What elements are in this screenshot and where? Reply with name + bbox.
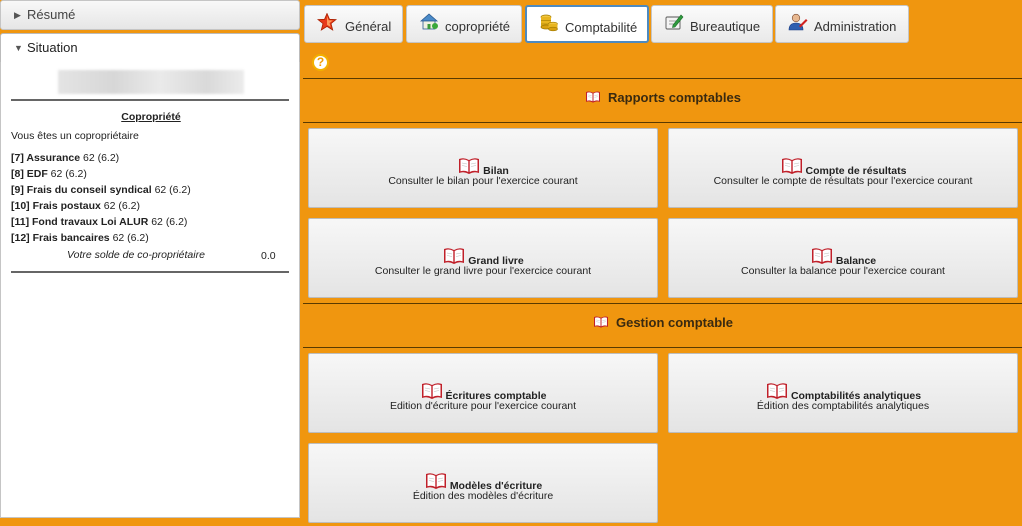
balance-button[interactable]: Balance Consulter la balance pour l'exer… — [668, 218, 1018, 298]
divider — [303, 347, 1022, 348]
list-item: [7] Assurance 62 (6.2) — [11, 152, 120, 164]
tab-comptabilite[interactable]: Comptabilité — [525, 5, 649, 43]
tab-bureautique[interactable]: Bureautique — [651, 5, 773, 43]
section-gestion-comptable: Gestion comptable — [303, 315, 1022, 330]
star-icon — [317, 13, 337, 31]
list-item: [10] Frais postaux 62 (6.2) — [11, 200, 140, 212]
copro-title: Copropriété — [121, 111, 181, 123]
blurred-owner-name — [58, 70, 244, 94]
tab-bureautique-label: Bureautique — [690, 19, 761, 34]
book-report-icon — [457, 156, 481, 176]
accordion-situation-label: Situation — [27, 40, 78, 55]
compte-de-resultats-button[interactable]: Compte de résultats Consulter le compte … — [668, 128, 1018, 208]
book-report-icon — [810, 246, 834, 266]
comptabilites-analytiques-button[interactable]: Comptabilités analytiques Édition des co… — [668, 353, 1018, 433]
list-item: [8] EDF 62 (6.2) — [11, 168, 87, 180]
copro-status: Vous êtes un copropriétaire — [11, 130, 139, 142]
help-icon[interactable]: ? — [312, 54, 329, 71]
card-description: Consulter le grand livre pour l'exercice… — [374, 265, 592, 277]
coins-icon — [540, 14, 558, 32]
tab-comptabilite-label: Comptabilité — [565, 20, 638, 35]
card-description: Edition d'écriture pour l'exercice coura… — [389, 400, 577, 412]
list-item: [9] Frais du conseil syndical 62 (6.2) — [11, 184, 191, 196]
tab-copropriete[interactable]: copropriété — [406, 5, 522, 43]
tab-administration[interactable]: Administration — [775, 5, 909, 43]
list-item: [11] Fond travaux Loi ALUR 62 (6.2) — [11, 216, 188, 228]
book-edit-icon — [420, 381, 444, 401]
accordion-resume[interactable]: ▶ Résumé — [0, 0, 300, 30]
bilan-button[interactable]: Bilan Consulter le bilan pour l'exercice… — [308, 128, 658, 208]
grand-livre-button[interactable]: Grand livre Consulter le grand livre pou… — [308, 218, 658, 298]
book-icon — [584, 90, 602, 104]
edit-icon — [665, 14, 684, 30]
solde-value: 0.0 — [261, 250, 276, 262]
accordion-resume-label: Résumé — [27, 7, 76, 22]
admin-user-icon — [788, 13, 808, 31]
divider — [303, 122, 1022, 123]
accordion-situation[interactable]: ▼ Situation — [0, 33, 300, 63]
book-report-icon — [442, 246, 466, 266]
book-icon — [592, 315, 610, 329]
card-description: Consulter la balance pour l'exercice cou… — [741, 265, 945, 277]
card-description: Consulter le bilan pour l'exercice coura… — [388, 175, 578, 187]
situation-panel: Copropriété Vous êtes un copropriétaire … — [0, 62, 300, 518]
tab-general-label: Général — [345, 19, 392, 34]
chevron-down-icon: ▼ — [14, 43, 23, 53]
tab-general[interactable]: Général — [304, 5, 403, 43]
divider — [11, 271, 289, 273]
book-analytics-icon — [765, 381, 789, 401]
book-report-icon — [780, 156, 804, 176]
solde-label: Votre solde de co-propriétaire — [67, 249, 205, 261]
divider — [11, 99, 289, 101]
modeles-ecriture-button[interactable]: Modèles d'écriture Édition des modèles d… — [308, 443, 658, 523]
charges-list: [7] Assurance 62 (6.2) [8] EDF 62 (6.2) … — [11, 150, 191, 246]
left-panel: ▶ Résumé ▼ Situation Copropriété Vous êt… — [0, 0, 300, 518]
section-title: Gestion comptable — [615, 315, 734, 330]
divider — [303, 303, 1022, 304]
section-rapports-comptables: Rapports comptables — [303, 90, 1022, 105]
tab-administration-label: Administration — [814, 19, 897, 34]
card-description: Consulter le compte de résultats pour l'… — [713, 175, 973, 187]
tab-copropriete-label: copropriété — [445, 19, 511, 34]
book-template-icon — [424, 471, 448, 491]
divider — [303, 78, 1022, 79]
house-icon — [419, 13, 439, 30]
chevron-right-icon: ▶ — [14, 10, 21, 20]
section-title: Rapports comptables — [608, 90, 741, 105]
card-description: Édition des comptabilités analytiques — [756, 400, 930, 412]
list-item: [12] Frais bancaires 62 (6.2) — [11, 232, 149, 244]
card-description: Édition des modèles d'écriture — [412, 490, 554, 502]
ecritures-comptable-button[interactable]: Écritures comptable Edition d'écriture p… — [308, 353, 658, 433]
